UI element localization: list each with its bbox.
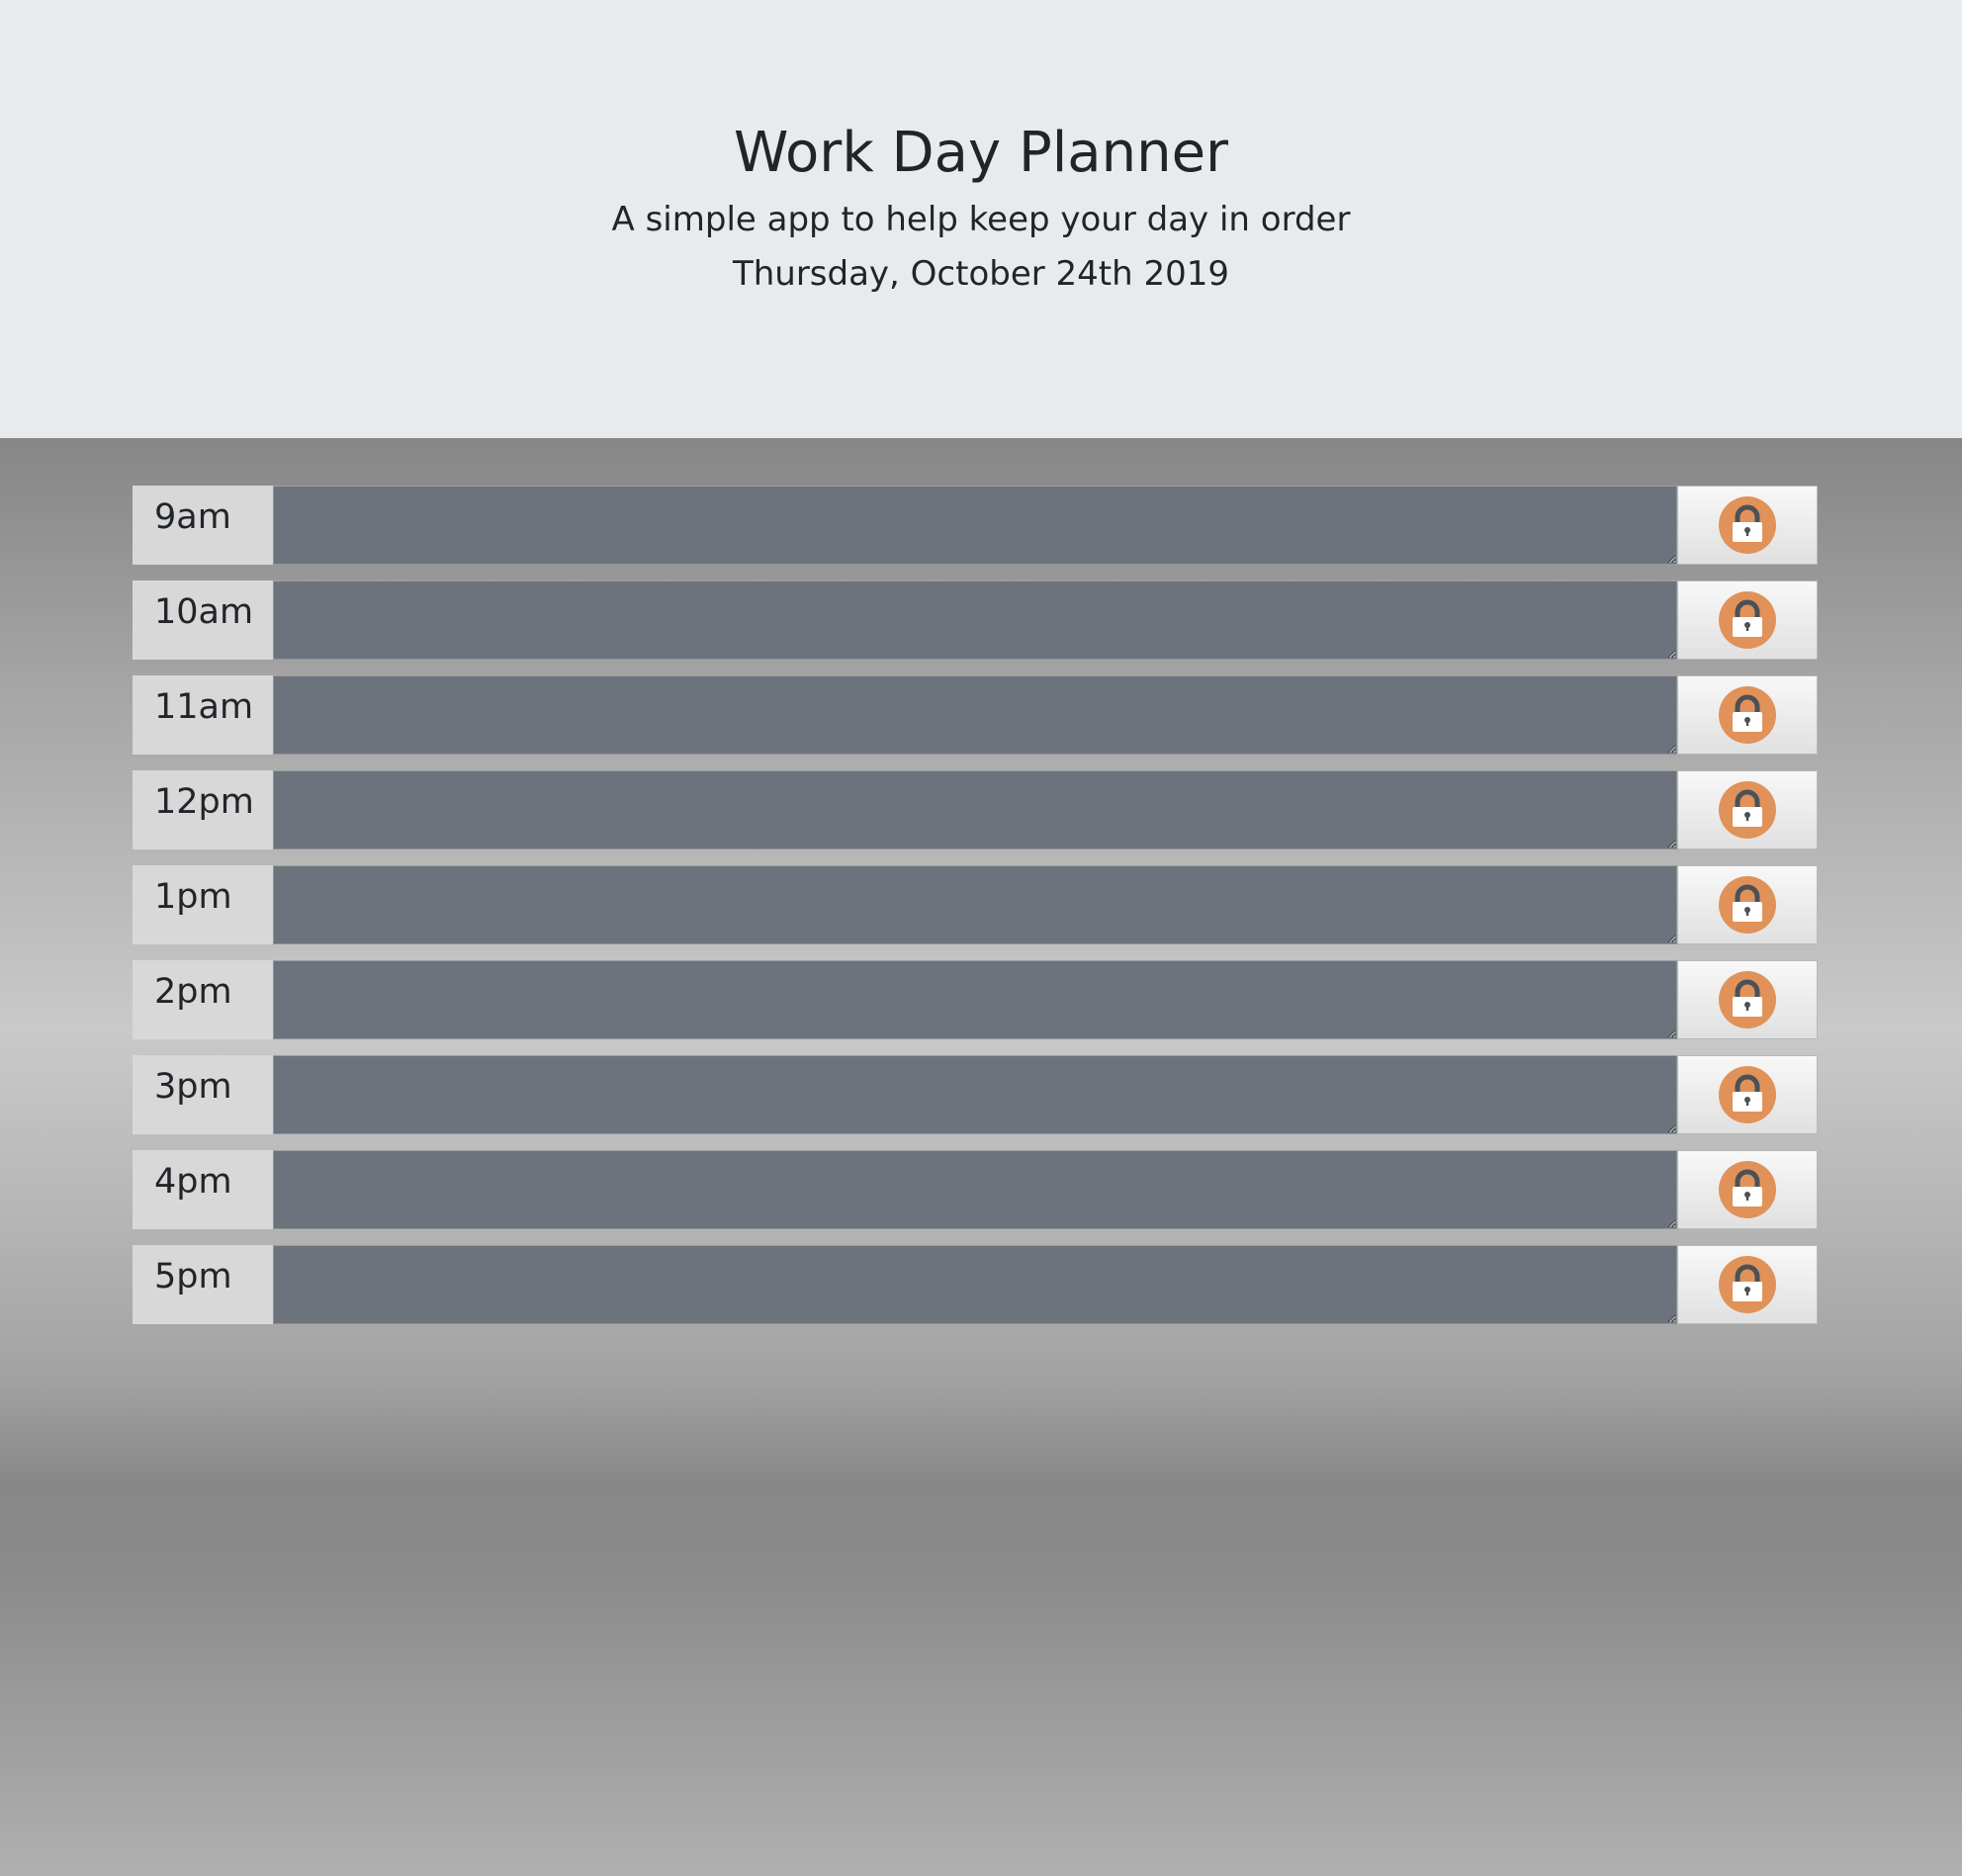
hour-label: 1pm [133, 865, 273, 944]
hour-label: 11am [133, 675, 273, 755]
save-button[interactable] [1677, 486, 1818, 565]
hour-label: 3pm [133, 1055, 273, 1134]
page-header: Work Day Planner A simple app to help ke… [0, 0, 1962, 438]
event-description-input[interactable] [273, 770, 1677, 849]
current-date: Thursday, October 24th 2019 [732, 254, 1230, 294]
time-block-12pm: 12pm [133, 770, 1822, 849]
save-button[interactable] [1677, 675, 1818, 755]
hour-label: 4pm [133, 1150, 273, 1229]
lock-icon [1719, 971, 1776, 1028]
lock-icon [1719, 1161, 1776, 1218]
lock-icon [1719, 876, 1776, 934]
time-block-2pm: 2pm [133, 960, 1822, 1039]
save-button[interactable] [1677, 960, 1818, 1039]
lock-icon [1719, 496, 1776, 554]
event-description-input[interactable] [273, 1055, 1677, 1134]
event-description-input[interactable] [273, 960, 1677, 1039]
save-button[interactable] [1677, 1245, 1818, 1324]
hour-label: 2pm [133, 960, 273, 1039]
event-description-input[interactable] [273, 581, 1677, 660]
event-description-input[interactable] [273, 865, 1677, 944]
event-description-input[interactable] [273, 1150, 1677, 1229]
hour-label: 5pm [133, 1245, 273, 1324]
hour-label: 10am [133, 581, 273, 660]
time-block-1pm: 1pm [133, 865, 1822, 944]
hour-label: 9am [133, 486, 273, 565]
time-block-11am: 11am [133, 675, 1822, 755]
time-block-5pm: 5pm [133, 1245, 1822, 1324]
time-block-9am: 9am [133, 486, 1822, 565]
save-button[interactable] [1677, 581, 1818, 660]
lock-icon [1719, 1066, 1776, 1123]
hour-label: 12pm [133, 770, 273, 849]
lock-icon [1719, 686, 1776, 744]
lock-icon [1719, 781, 1776, 839]
save-button[interactable] [1677, 1055, 1818, 1134]
time-block-4pm: 4pm [133, 1150, 1822, 1229]
page-title: Work Day Planner [733, 121, 1229, 185]
time-block-10am: 10am [133, 581, 1822, 660]
lock-icon [1719, 1256, 1776, 1313]
lock-icon [1719, 591, 1776, 649]
time-block-list: 9am 10am 11am 12pm 1pm 2pm 3pm 4pm 5pm [133, 486, 1822, 1340]
event-description-input[interactable] [273, 675, 1677, 755]
time-block-3pm: 3pm [133, 1055, 1822, 1134]
event-description-input[interactable] [273, 1245, 1677, 1324]
page-subtitle: A simple app to help keep your day in or… [611, 200, 1351, 239]
save-button[interactable] [1677, 1150, 1818, 1229]
save-button[interactable] [1677, 865, 1818, 944]
save-button[interactable] [1677, 770, 1818, 849]
event-description-input[interactable] [273, 486, 1677, 565]
